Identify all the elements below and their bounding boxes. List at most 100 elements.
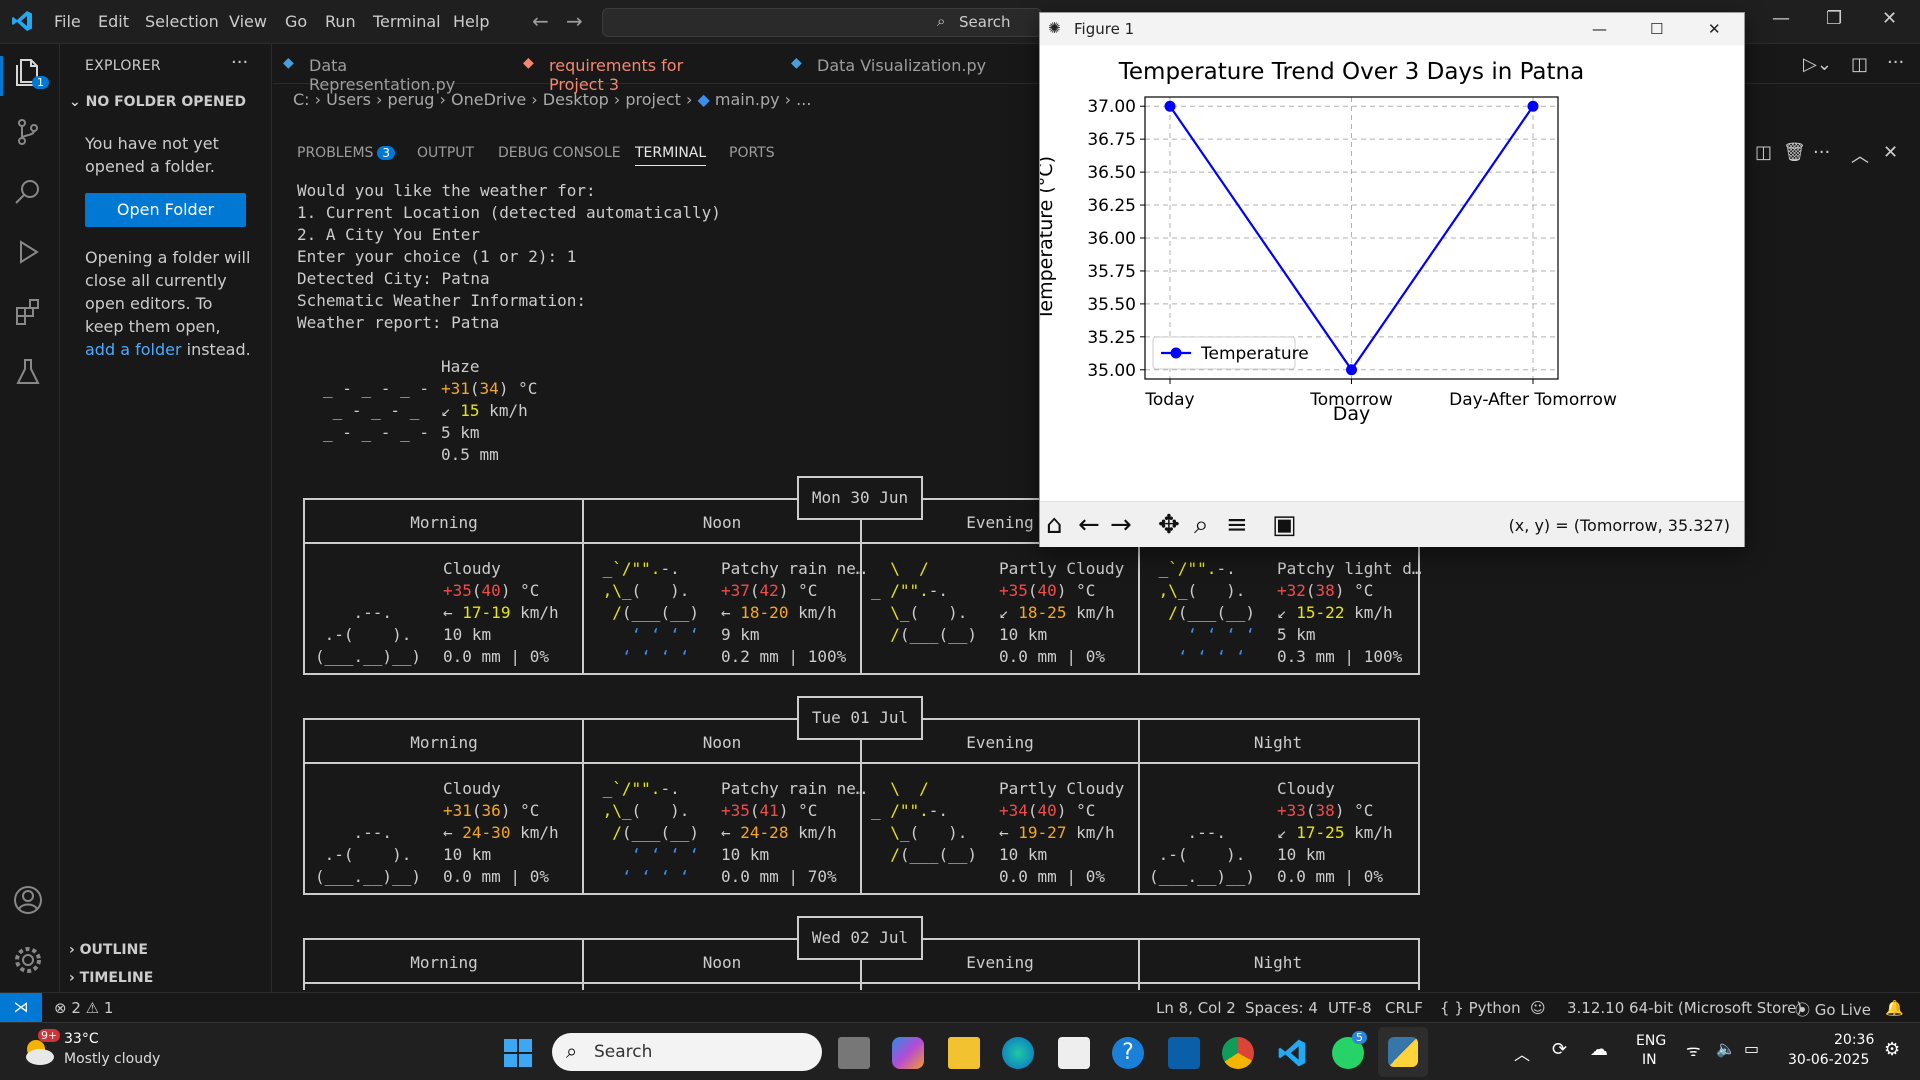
search-icon[interactable] <box>12 176 48 212</box>
minimize-icon[interactable]: — <box>1772 8 1790 29</box>
current-wind: ↙ 15 km/h <box>441 400 528 422</box>
testing-flask-icon[interactable] <box>12 356 48 392</box>
breadcrumb-item[interactable]: C: <box>293 90 310 109</box>
split-terminal-icon[interactable]: ◫ <box>1755 142 1772 163</box>
extensions-icon[interactable] <box>12 296 48 332</box>
weather-widget-icon[interactable]: 9+ <box>20 1029 61 1071</box>
notification-icon[interactable]: ⚙ <box>1884 1039 1900 1060</box>
subplots-config-icon[interactable]: ≡ <box>1226 510 1248 540</box>
whatsapp-icon[interactable]: 5 <box>1332 1031 1367 1069</box>
source-control-icon[interactable] <box>12 116 48 152</box>
close-icon[interactable]: ✕ <box>1882 8 1897 29</box>
line-ending[interactable]: CRLF <box>1385 999 1423 1017</box>
cursor-position[interactable]: Ln 8, Col 2 <box>1156 999 1236 1017</box>
run-file-icon[interactable]: ▷⌄ <box>1803 54 1832 75</box>
open-folder-button[interactable]: Open Folder <box>85 193 246 227</box>
edge-browser-icon[interactable] <box>1002 1037 1034 1069</box>
split-editor-icon[interactable]: ◫ <box>1851 54 1868 75</box>
wifi-icon[interactable]: ᯤ <box>1686 1039 1701 1061</box>
ms-store-icon[interactable] <box>1058 1037 1090 1069</box>
no-folder-section[interactable]: ⌄ NO FOLDER OPENED <box>69 94 246 110</box>
python-interpreter[interactable]: 3.12.10 64-bit (Microsoft Store) <box>1567 999 1802 1017</box>
indentation[interactable]: Spaces: 4 <box>1245 999 1318 1017</box>
clock-date[interactable]: 30-06-2025 <box>1788 1052 1869 1068</box>
remote-icon[interactable]: ⋊ <box>0 993 42 1023</box>
data-point <box>1346 364 1357 376</box>
tab-data-visualization[interactable]: ◆ Data Visualization.py <box>781 44 1001 84</box>
back-arrow-icon[interactable]: ← <box>532 9 549 33</box>
myhp-icon[interactable] <box>1168 1037 1200 1069</box>
maximize-icon[interactable]: ☐ <box>1650 20 1663 38</box>
chevron-up-icon[interactable]: ︿ <box>1514 1041 1530 1065</box>
copilot-app-icon[interactable] <box>892 1037 924 1069</box>
taskbar-search[interactable]: ⌕ Search <box>552 1033 822 1071</box>
home-icon[interactable]: ⌂ <box>1046 510 1063 540</box>
vscode-logo-icon[interactable] <box>10 9 34 33</box>
restore-icon[interactable]: ❐ <box>1826 8 1842 29</box>
add-folder-link[interactable]: add a folder <box>85 340 182 359</box>
breadcrumb-item[interactable]: ... <box>796 90 811 109</box>
copilot-icon[interactable]: ☺ <box>1530 999 1546 1017</box>
windows-start-icon[interactable] <box>502 1037 534 1069</box>
command-center-search[interactable]: ⌕ Search <box>602 8 1042 37</box>
forward-arrow-icon[interactable]: → <box>1110 510 1132 540</box>
chrome-icon[interactable] <box>1222 1037 1254 1069</box>
task-view-icon[interactable] <box>838 1037 870 1069</box>
tab-problems[interactable]: PROBLEMS 3 <box>297 145 396 161</box>
menu-help[interactable]: Help <box>453 12 489 31</box>
tab-ports[interactable]: PORTS <box>729 145 775 161</box>
tab-output[interactable]: OUTPUT <box>417 145 474 161</box>
language-indicator[interactable]: ENG <box>1636 1033 1666 1049</box>
breadcrumb-item[interactable]: Desktop <box>543 90 609 109</box>
tab-data-representation[interactable]: ◆ Data Representation.py <box>273 44 493 94</box>
more-actions-icon[interactable]: ··· <box>231 52 248 73</box>
breadcrumb-item[interactable]: project <box>625 90 681 109</box>
more-actions-icon[interactable]: ··· <box>1813 142 1830 163</box>
minimize-icon[interactable]: — <box>1592 20 1607 38</box>
breadcrumb-item[interactable]: Users <box>326 90 371 109</box>
run-debug-icon[interactable] <box>12 236 48 272</box>
close-icon[interactable]: ✕ <box>1708 20 1721 38</box>
menu-go[interactable]: Go <box>285 12 307 31</box>
help-icon[interactable]: ? <box>1112 1037 1144 1069</box>
tab-requirements[interactable]: ◆ requirements for Project 3 <box>513 44 733 94</box>
file-explorer-icon[interactable] <box>948 1037 980 1069</box>
breadcrumb-item[interactable]: perug <box>388 90 435 109</box>
sync-icon[interactable]: ⟳ <box>1552 1039 1567 1060</box>
menu-terminal[interactable]: Terminal <box>373 12 441 31</box>
vscode-taskbar-icon[interactable] <box>1276 1037 1308 1069</box>
back-arrow-icon[interactable]: ← <box>1078 510 1100 540</box>
python-figure-task[interactable] <box>1378 1027 1428 1077</box>
tab-terminal[interactable]: TERMINAL <box>635 145 707 166</box>
timeline-section[interactable]: › TIMELINE <box>69 970 153 986</box>
menu-selection[interactable]: Selection <box>145 12 219 31</box>
problems-status[interactable]: ⊗ 2 ⚠ 1 <box>54 999 113 1017</box>
battery-icon[interactable]: ▭ <box>1744 1039 1759 1058</box>
menu-file[interactable]: File <box>54 12 81 31</box>
close-panel-icon[interactable]: ✕ <box>1883 142 1898 163</box>
breadcrumb-item[interactable]: OneDrive <box>451 90 526 109</box>
volume-icon[interactable]: 🔈 <box>1716 1039 1736 1058</box>
trash-icon[interactable]: 🗑 <box>1783 142 1806 163</box>
breadcrumb-item[interactable]: main.py <box>715 90 780 109</box>
account-icon[interactable] <box>12 884 48 920</box>
maximize-panel-icon[interactable]: ︿ <box>1851 142 1869 168</box>
language-mode[interactable]: { } Python <box>1440 999 1521 1017</box>
menu-run[interactable]: Run <box>325 12 356 31</box>
zoom-icon[interactable]: ⌕ <box>1194 510 1209 541</box>
save-icon[interactable]: ▣ <box>1272 510 1297 540</box>
pan-icon[interactable]: ✥ <box>1158 510 1180 540</box>
notifications-bell-icon[interactable]: 🔔 <box>1885 999 1904 1017</box>
encoding[interactable]: UTF-8 <box>1328 999 1372 1017</box>
onedrive-cloud-icon[interactable]: ☁ <box>1590 1039 1608 1060</box>
menu-edit[interactable]: Edit <box>98 12 129 31</box>
tab-debug-console[interactable]: DEBUG CONSOLE <box>498 145 621 161</box>
menu-view[interactable]: View <box>229 12 267 31</box>
forward-arrow-icon[interactable]: → <box>566 9 583 33</box>
go-live[interactable]: ⦿ Go Live <box>1795 999 1871 1020</box>
clock-time[interactable]: 20:36 <box>1834 1032 1874 1048</box>
explorer-icon[interactable]: 1 <box>12 56 49 92</box>
outline-section[interactable]: › OUTLINE <box>69 942 148 958</box>
settings-gear-icon[interactable] <box>12 944 48 980</box>
more-actions-icon[interactable]: ··· <box>1887 52 1904 73</box>
